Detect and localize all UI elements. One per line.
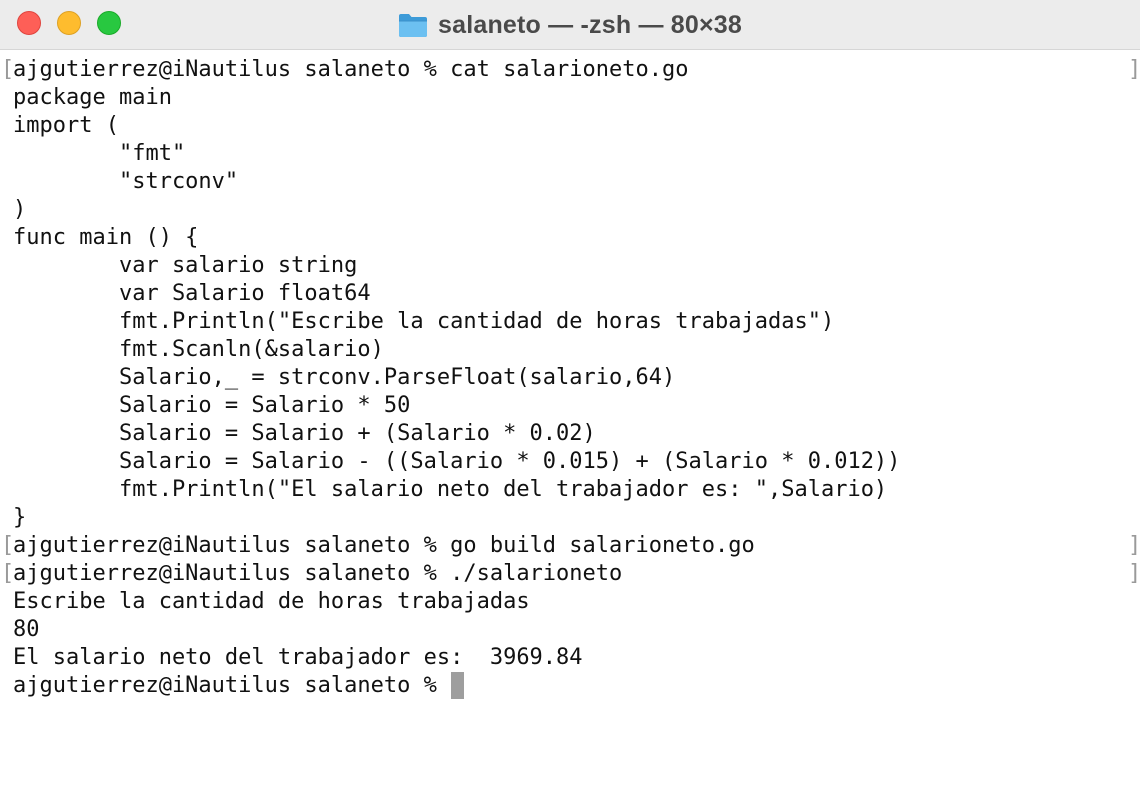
title-bar[interactable]: salaneto — -zsh — 80×38: [0, 0, 1140, 50]
prompt-line-cat: ajgutierrez@iNautilus salaneto % cat sal…: [13, 56, 689, 84]
window-title: salaneto — -zsh — 80×38: [437, 10, 743, 39]
prompt: ajgutierrez@iNautilus salaneto %: [13, 673, 437, 698]
prompt-line-run: ajgutierrez@iNautilus salaneto % ./salar…: [13, 560, 622, 588]
text-cursor: [451, 672, 465, 699]
code-line: "strconv": [13, 169, 239, 194]
code-line: func main () {: [13, 225, 199, 250]
code-line: package main: [13, 85, 172, 110]
code-line: var salario string: [13, 253, 358, 278]
terminal-window: salaneto — -zsh — 80×38 [ ajgutierrez@iN…: [0, 0, 1140, 795]
code-line: Salario = Salario - ((Salario * 0.015) +…: [13, 449, 901, 474]
prompt: ajgutierrez@iNautilus salaneto %: [13, 533, 437, 558]
code-line: Salario = Salario * 50: [13, 393, 411, 418]
code-line: import (: [13, 113, 119, 138]
output-line: El salario neto del trabajador es: 3969.…: [13, 645, 583, 670]
output-line: 80: [13, 617, 40, 642]
prompt: ajgutierrez@iNautilus salaneto %: [13, 57, 437, 82]
prompt: ajgutierrez@iNautilus salaneto %: [13, 561, 437, 586]
code-line: Salario = Salario + (Salario * 0.02): [13, 421, 596, 446]
code-line: fmt.Println("Escribe la cantidad de hora…: [13, 309, 835, 334]
line-bracket-right: ]: [1128, 533, 1140, 558]
command-build: go build salarioneto.go: [450, 533, 755, 558]
code-line: }: [13, 505, 27, 530]
window-title-wrap: salaneto — -zsh — 80×38: [0, 0, 1140, 50]
code-line: var Salario float64: [13, 281, 371, 306]
line-bracket-right: ]: [1128, 57, 1140, 82]
command-cat: cat salarioneto.go: [450, 57, 689, 82]
folder-icon: [398, 12, 428, 38]
line-bracket-right: ]: [1128, 561, 1140, 586]
output-line: Escribe la cantidad de horas trabajadas: [13, 589, 530, 614]
current-prompt-line[interactable]: ajgutierrez@iNautilus salaneto %: [13, 672, 465, 700]
code-line: Salario,_ = strconv.ParseFloat(salario,6…: [13, 365, 676, 390]
window-title-group: salaneto — -zsh — 80×38: [398, 11, 742, 40]
command-run: ./salarioneto: [450, 561, 623, 586]
terminal-content[interactable]: [ ajgutierrez@iNautilus salaneto % cat s…: [0, 52, 1140, 795]
code-line: ): [13, 197, 27, 222]
prompt-line-build: ajgutierrez@iNautilus salaneto % go buil…: [13, 532, 755, 560]
code-line: fmt.Println("El salario neto del trabaja…: [13, 477, 888, 502]
code-line: fmt.Scanln(&salario): [13, 337, 384, 362]
code-line: "fmt": [13, 141, 186, 166]
